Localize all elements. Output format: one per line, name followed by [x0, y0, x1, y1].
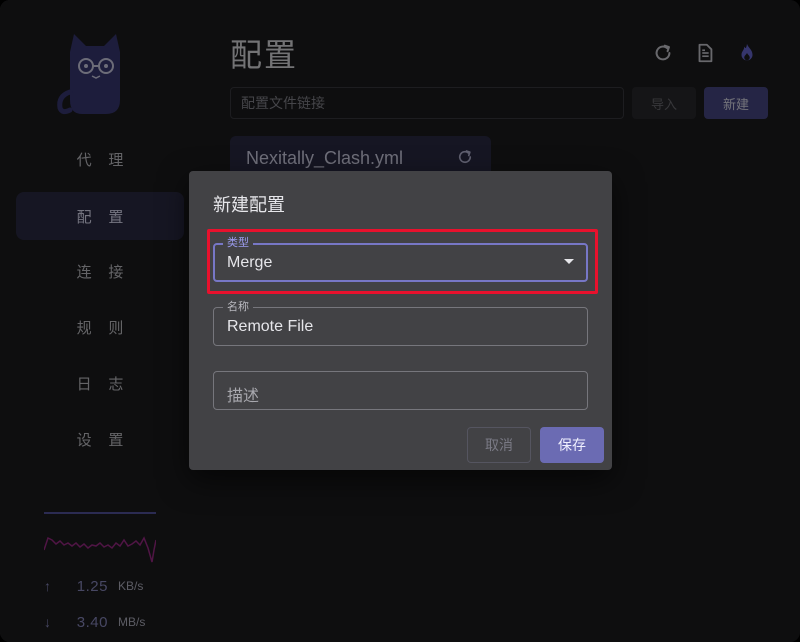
name-field-value: Remote File: [227, 318, 314, 335]
app-window: 代 理 配 置 连 接 规 则 日 志 设 置 ↑ 1.25 KB/s ↓ 3.…: [0, 0, 800, 642]
name-field[interactable]: 名称 Remote File: [213, 300, 588, 346]
description-placeholder: 描述: [227, 386, 260, 405]
name-field-label: 名称: [223, 300, 253, 314]
save-button[interactable]: 保存: [540, 427, 604, 463]
new-profile-dialog: 新建配置 类型 Merge 名称 Remote File 描述: [189, 171, 612, 470]
description-field[interactable]: 描述: [213, 371, 588, 410]
dialog-title: 新建配置: [213, 195, 285, 216]
cancel-button[interactable]: 取消: [467, 427, 531, 463]
annotation-highlight-box: [207, 229, 598, 294]
